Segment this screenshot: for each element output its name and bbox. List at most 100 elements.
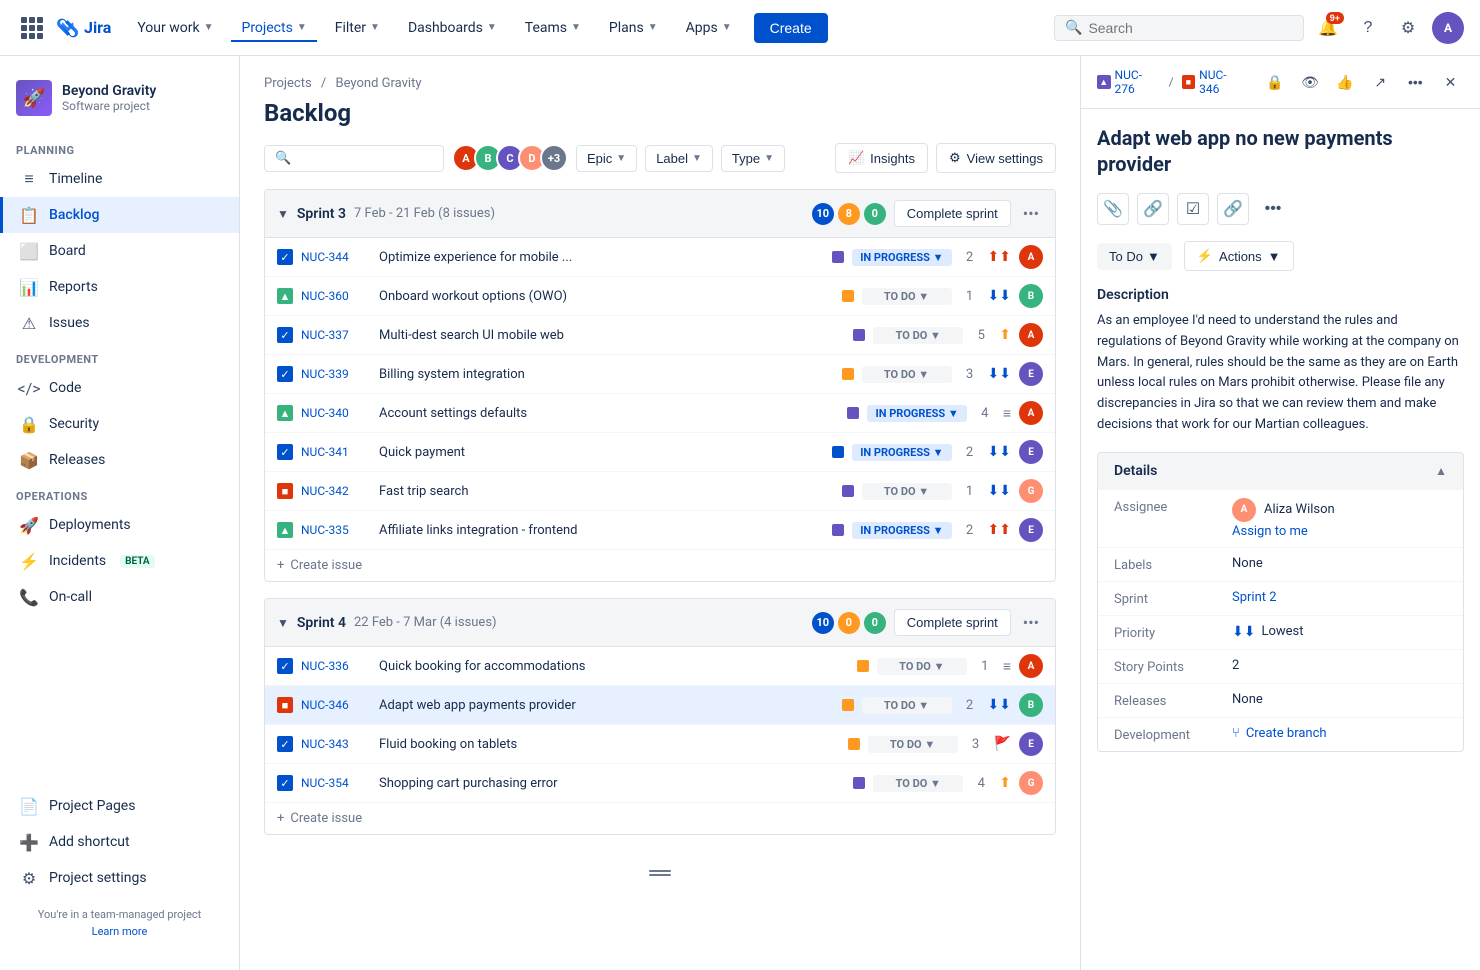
sprint3-more-button[interactable]: ••• bbox=[1019, 202, 1043, 225]
teams-nav[interactable]: Teams▼ bbox=[515, 14, 591, 42]
epic-filter-button[interactable]: Epic ▼ bbox=[576, 145, 637, 172]
learn-more-link[interactable]: Learn more bbox=[0, 925, 239, 946]
issue-key[interactable]: NUC-337 bbox=[301, 328, 371, 342]
sidebar-item-deployments[interactable]: 🚀 Deployments bbox=[0, 507, 239, 543]
sprint3-create-issue[interactable]: + Create issue bbox=[265, 550, 1055, 581]
panel-close-button[interactable]: ✕ bbox=[1437, 68, 1464, 96]
notifications-button[interactable]: 🔔 9+ bbox=[1312, 12, 1344, 44]
issue-key[interactable]: NUC-354 bbox=[301, 776, 371, 790]
label-filter-button[interactable]: Label ▼ bbox=[645, 145, 713, 172]
sidebar-project-header[interactable]: 🚀 Beyond Gravity Software project bbox=[0, 72, 239, 132]
search-input[interactable] bbox=[1088, 20, 1293, 36]
table-row[interactable]: ✓ NUC-343 Fluid booking on tablets TO DO… bbox=[265, 725, 1055, 764]
panel-link-structure-button[interactable]: 🔗 bbox=[1137, 193, 1169, 225]
issue-status[interactable]: TO DO ▼ bbox=[877, 658, 967, 675]
plans-nav[interactable]: Plans▼ bbox=[599, 14, 668, 42]
issue-key[interactable]: NUC-346 bbox=[301, 698, 371, 712]
issue-status[interactable]: TO DO ▼ bbox=[862, 366, 952, 383]
sidebar-item-code[interactable]: </> Code bbox=[0, 370, 239, 406]
issue-status[interactable]: IN PROGRESS ▼ bbox=[867, 405, 966, 422]
panel-parent-issue-link[interactable]: ▲ NUC-276 bbox=[1097, 68, 1161, 96]
panel-link-button[interactable]: 🔗 bbox=[1217, 193, 1249, 225]
issue-status[interactable]: TO DO ▼ bbox=[873, 327, 963, 344]
sprint4-complete-button[interactable]: Complete sprint bbox=[894, 609, 1011, 636]
panel-issue-key-link[interactable]: ■ NUC-346 bbox=[1182, 68, 1246, 96]
apps-grid-button[interactable] bbox=[16, 12, 48, 44]
projects-nav[interactable]: Projects▼ bbox=[231, 14, 316, 42]
sidebar-item-releases[interactable]: 📦 Releases bbox=[0, 442, 239, 478]
table-row[interactable]: ■ NUC-346 Adapt web app payments provide… bbox=[265, 686, 1055, 725]
table-row[interactable]: ✓ NUC-341 Quick payment IN PROGRESS ▼ 2 … bbox=[265, 433, 1055, 472]
table-row[interactable]: ✓ NUC-337 Multi-dest search UI mobile we… bbox=[265, 316, 1055, 355]
panel-share-button[interactable]: ↗ bbox=[1367, 68, 1394, 96]
sidebar-item-add-shortcut[interactable]: ➕ Add shortcut bbox=[0, 824, 239, 860]
sprint3-complete-button[interactable]: Complete sprint bbox=[894, 200, 1011, 227]
sidebar-item-timeline[interactable]: ≡ Timeline bbox=[0, 161, 239, 197]
issue-key[interactable]: NUC-344 bbox=[301, 250, 371, 264]
panel-checklist-button[interactable]: ☑ bbox=[1177, 193, 1209, 225]
create-button[interactable]: Create bbox=[754, 13, 828, 43]
sprint4-more-button[interactable]: ••• bbox=[1019, 611, 1043, 634]
table-row[interactable]: ▲ NUC-335 Affiliate links integration - … bbox=[265, 511, 1055, 550]
panel-thumbsup-button[interactable]: 👍 bbox=[1332, 68, 1359, 96]
assign-to-me-link[interactable]: Assign to me bbox=[1232, 524, 1335, 539]
resize-handle[interactable] bbox=[264, 851, 1056, 895]
issue-status[interactable]: TO DO ▼ bbox=[868, 736, 958, 753]
panel-actions-button[interactable]: ⚡ Actions ▼ bbox=[1184, 241, 1294, 271]
create-branch-link[interactable]: ⑂ Create branch bbox=[1232, 726, 1327, 741]
table-row[interactable]: ✓ NUC-344 Optimize experience for mobile… bbox=[265, 238, 1055, 277]
avatar-extra-count[interactable]: +3 bbox=[540, 144, 568, 172]
settings-button[interactable]: ⚙ bbox=[1392, 12, 1424, 44]
table-row[interactable]: ▲ NUC-340 Account settings defaults IN P… bbox=[265, 394, 1055, 433]
table-row[interactable]: ■ NUC-342 Fast trip search TO DO ▼ 1 ⬇⬇ … bbox=[265, 472, 1055, 511]
sidebar-item-board[interactable]: ⬜ Board bbox=[0, 233, 239, 269]
table-row[interactable]: ✓ NUC-354 Shopping cart purchasing error… bbox=[265, 764, 1055, 803]
panel-more-button[interactable]: ••• bbox=[1402, 68, 1429, 96]
issue-key[interactable]: NUC-342 bbox=[301, 484, 371, 498]
sidebar-item-issues[interactable]: ⚠ Issues bbox=[0, 305, 239, 341]
panel-attachment-button[interactable]: 📎 bbox=[1097, 193, 1129, 225]
details-header[interactable]: Details ▲ bbox=[1098, 453, 1463, 489]
view-settings-button[interactable]: ⚙ View settings bbox=[936, 143, 1056, 173]
apps-nav[interactable]: Apps▼ bbox=[676, 14, 742, 42]
sidebar-item-reports[interactable]: 📊 Reports bbox=[0, 269, 239, 305]
sidebar-item-backlog[interactable]: 📋 Backlog bbox=[0, 197, 239, 233]
table-row[interactable]: ▲ NUC-360 Onboard workout options (OWO) … bbox=[265, 277, 1055, 316]
panel-more-actions-button[interactable]: ••• bbox=[1257, 193, 1289, 225]
jira-logo[interactable]: Jira bbox=[56, 16, 111, 40]
help-button[interactable]: ? bbox=[1352, 12, 1384, 44]
issue-status[interactable]: IN PROGRESS ▼ bbox=[852, 444, 951, 461]
sprint4-create-issue[interactable]: + Create issue bbox=[265, 803, 1055, 834]
sprint3-toggle[interactable]: ▼ bbox=[277, 207, 289, 221]
issue-status[interactable]: TO DO ▼ bbox=[862, 697, 952, 714]
issue-key[interactable]: NUC-340 bbox=[301, 406, 371, 420]
issue-status[interactable]: TO DO ▼ bbox=[862, 483, 952, 500]
your-work-nav[interactable]: Your work▼ bbox=[127, 14, 223, 42]
user-avatar[interactable]: A bbox=[1432, 12, 1464, 44]
filter-nav[interactable]: Filter▼ bbox=[325, 14, 390, 42]
issue-key[interactable]: NUC-339 bbox=[301, 367, 371, 381]
issue-status[interactable]: IN PROGRESS ▼ bbox=[852, 249, 951, 266]
issue-key[interactable]: NUC-343 bbox=[301, 737, 371, 751]
issue-key[interactable]: NUC-341 bbox=[301, 445, 371, 459]
issue-key[interactable]: NUC-335 bbox=[301, 523, 371, 537]
sidebar-item-incidents[interactable]: ⚡ Incidents BETA bbox=[0, 543, 239, 579]
sidebar-item-oncall[interactable]: 📞 On-call bbox=[0, 579, 239, 615]
sidebar-item-project-pages[interactable]: 📄 Project Pages bbox=[0, 788, 239, 824]
sprint-value[interactable]: Sprint 2 bbox=[1232, 590, 1277, 605]
issue-key[interactable]: NUC-360 bbox=[301, 289, 371, 303]
table-row[interactable]: ✓ NUC-339 Billing system integration TO … bbox=[265, 355, 1055, 394]
dashboards-nav[interactable]: Dashboards▼ bbox=[398, 14, 507, 42]
insights-button[interactable]: 📈 Insights bbox=[835, 143, 928, 173]
panel-lock-button[interactable]: 🔒 bbox=[1261, 68, 1288, 96]
table-row[interactable]: ✓ NUC-336 Quick booking for accommodatio… bbox=[265, 647, 1055, 686]
breadcrumb-projects-link[interactable]: Projects bbox=[264, 76, 312, 91]
issue-status[interactable]: TO DO ▼ bbox=[862, 288, 952, 305]
breadcrumb-project-link[interactable]: Beyond Gravity bbox=[336, 76, 422, 91]
backlog-search-input[interactable] bbox=[297, 151, 433, 166]
issue-key[interactable]: NUC-336 bbox=[301, 659, 371, 673]
sidebar-item-security[interactable]: 🔒 Security bbox=[0, 406, 239, 442]
sidebar-item-project-settings[interactable]: ⚙ Project settings bbox=[0, 860, 239, 896]
panel-status-button[interactable]: To Do ▼ bbox=[1097, 243, 1172, 270]
panel-watch-button[interactable]: 👁 bbox=[1296, 68, 1323, 96]
